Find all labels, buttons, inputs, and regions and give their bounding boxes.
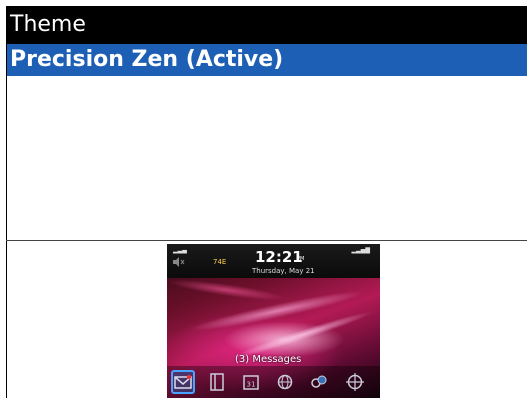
- contacts-icon: [205, 370, 229, 394]
- clock-date: Thursday, May 21: [252, 267, 315, 275]
- messages-icon: [171, 370, 195, 394]
- browser-icon: [273, 370, 297, 394]
- theme-screen: Theme Precision Zen (Active) ▂▃▄ ▂▃▅▇ 74…: [0, 0, 527, 398]
- theme-preview-image: ▂▃▄ ▂▃▅▇ 74E 12:21 PM Thursday, May 21 (…: [167, 244, 380, 398]
- battery-indicator: 74E: [213, 258, 227, 266]
- screen-title: Theme: [6, 6, 527, 44]
- signal-strength-icon: ▂▃▅▇: [351, 247, 370, 254]
- svg-text:31: 31: [247, 381, 256, 389]
- theme-preview-panel: ▂▃▄ ▂▃▅▇ 74E 12:21 PM Thursday, May 21 (…: [6, 241, 527, 398]
- clock-time: 12:21: [255, 248, 303, 266]
- screen-title-text: Theme: [10, 12, 86, 37]
- messages-count: (3) Messages: [235, 354, 302, 365]
- app-dock: 31: [167, 366, 380, 398]
- calendar-icon: 31: [239, 370, 263, 394]
- speaker-muted-icon: [173, 257, 185, 267]
- theme-item-precision-zen[interactable]: Precision Zen (Active): [7, 44, 527, 76]
- media-icon: [307, 370, 331, 394]
- theme-item-label: Precision Zen (Active): [10, 47, 284, 72]
- signal-bars-left: ▂▃▄: [173, 247, 187, 254]
- maps-icon: [343, 370, 367, 394]
- clock-ampm: PM: [297, 256, 305, 262]
- theme-list: Precision Zen (Active): [6, 44, 527, 240]
- wallpaper-streak: [167, 275, 288, 305]
